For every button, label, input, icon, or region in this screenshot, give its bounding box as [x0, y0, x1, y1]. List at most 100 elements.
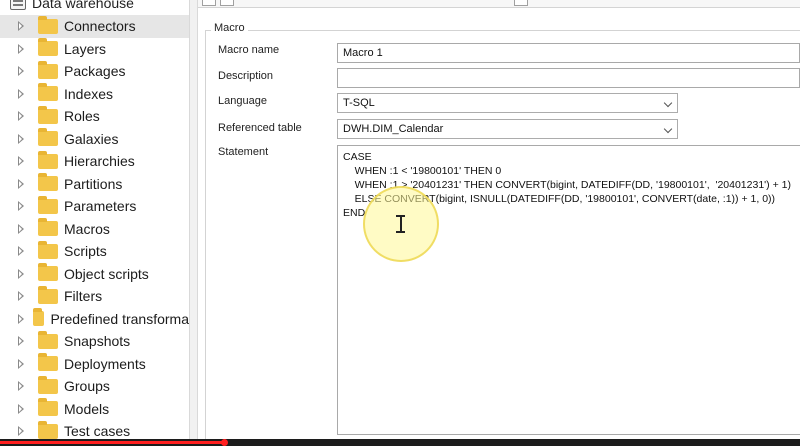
chevron-down-icon: [663, 98, 673, 108]
tree-item[interactable]: Layers: [0, 38, 189, 61]
tree-item-label: Object scripts: [64, 265, 149, 282]
language-value: T-SQL: [343, 97, 375, 109]
tree-item[interactable]: Scripts: [0, 240, 189, 263]
chevron-down-icon: [663, 124, 673, 134]
tree-root-data-warehouse[interactable]: Data warehouse: [10, 0, 134, 12]
tree-item-label: Deployments: [64, 355, 146, 372]
folder-icon: [38, 375, 58, 394]
tree-item[interactable]: Models: [0, 398, 189, 421]
expand-arrow-icon[interactable]: [17, 66, 27, 77]
expand-arrow-icon[interactable]: [17, 313, 25, 324]
folder-icon: [38, 285, 58, 304]
referenced-table-value: DWH.DIM_Calendar: [343, 123, 444, 135]
tree-item[interactable]: Object scripts: [0, 263, 189, 286]
tree-item-label: Galaxies: [64, 130, 119, 147]
tree-item-label: Filters: [64, 288, 103, 305]
toolbar-dropdown-button[interactable]: [514, 0, 528, 6]
tree-item[interactable]: Connectors: [0, 15, 189, 38]
tree-item-label: Parameters: [64, 198, 137, 215]
video-progress-knob[interactable]: [221, 439, 228, 446]
toolbar-button-forward[interactable]: [220, 0, 234, 6]
folder-icon: [38, 105, 58, 124]
expand-arrow-icon[interactable]: [17, 156, 27, 167]
tree-item-label: Roles: [64, 108, 100, 125]
folder-icon: [38, 398, 58, 417]
macro-name-label: Macro name: [218, 44, 280, 56]
tree-item-label: Snapshots: [64, 333, 131, 350]
expand-arrow-icon[interactable]: [17, 88, 27, 99]
tree-item[interactable]: Packages: [0, 60, 189, 83]
folder-icon: [38, 218, 58, 237]
expand-arrow-icon[interactable]: [17, 426, 27, 437]
folder-icon: [38, 263, 58, 282]
tree-item[interactable]: Parameters: [0, 195, 189, 218]
expand-arrow-icon[interactable]: [17, 291, 27, 302]
tree-item-label: Connectors: [64, 18, 136, 35]
referenced-table-label: Referenced table: [218, 122, 302, 134]
database-icon: [10, 0, 26, 10]
expand-arrow-icon[interactable]: [17, 111, 27, 122]
expand-arrow-icon[interactable]: [17, 403, 27, 414]
expand-arrow-icon[interactable]: [17, 268, 27, 279]
folder-icon: [38, 173, 58, 192]
expand-arrow-icon[interactable]: [17, 178, 27, 189]
folder-icon: [38, 240, 58, 259]
tree-item[interactable]: Snapshots: [0, 330, 189, 353]
folder-icon: [38, 15, 58, 34]
referenced-table-select[interactable]: DWH.DIM_Calendar: [337, 119, 678, 139]
macro-name-input[interactable]: Macro 1: [337, 43, 800, 63]
tree-item[interactable]: Predefined transforma: [0, 308, 189, 331]
folder-icon: [38, 83, 58, 102]
tree-item-label: Predefined transforma: [50, 310, 189, 327]
tree-item-label: Packages: [64, 63, 126, 80]
folder-icon: [38, 128, 58, 147]
tree-item-label: Hierarchies: [64, 153, 135, 170]
description-label: Description: [218, 70, 274, 82]
expand-arrow-icon[interactable]: [17, 201, 27, 212]
tree-item[interactable]: Galaxies: [0, 128, 189, 151]
folder-icon: [38, 330, 58, 349]
tree-item[interactable]: Roles: [0, 105, 189, 128]
tree-item[interactable]: Groups: [0, 375, 189, 398]
tree-item-label: Models: [64, 400, 110, 417]
tree-item[interactable]: Macros: [0, 218, 189, 241]
expand-arrow-icon[interactable]: [17, 43, 27, 54]
pane-splitter[interactable]: [189, 0, 198, 446]
folder-icon: [38, 60, 58, 79]
groupbox-title: Macro: [211, 22, 248, 34]
folder-icon: [38, 353, 58, 372]
expand-arrow-icon[interactable]: [17, 223, 27, 234]
tree-item-label: Indexes: [64, 85, 114, 102]
tree-item-label: Layers: [64, 40, 107, 57]
tree-item[interactable]: Deployments: [0, 353, 189, 376]
expand-arrow-icon[interactable]: [17, 358, 27, 369]
tree-item-label: Scripts: [64, 243, 107, 260]
statement-label: Statement: [218, 146, 269, 158]
expand-arrow-icon[interactable]: [17, 133, 27, 144]
ibeam-cursor-icon: [396, 215, 405, 233]
tree-list: Connectors Layers Packages Indexes Roles Gala…: [0, 15, 189, 443]
video-progress-bar[interactable]: [0, 439, 800, 446]
tree-item[interactable]: Filters: [0, 285, 189, 308]
toolbar-button-back[interactable]: [202, 0, 216, 6]
description-input[interactable]: [337, 68, 800, 88]
folder-icon: [33, 308, 45, 327]
video-progress-fill: [0, 441, 224, 444]
tree-item[interactable]: Hierarchies: [0, 150, 189, 173]
folder-icon: [38, 420, 58, 439]
language-label: Language: [218, 95, 267, 107]
expand-arrow-icon[interactable]: [17, 381, 27, 392]
tree-item[interactable]: Partitions: [0, 173, 189, 196]
object-tree: Data warehouse Connectors Layers Packages I…: [0, 0, 189, 446]
tree-item[interactable]: Indexes: [0, 83, 189, 106]
expand-arrow-icon[interactable]: [17, 246, 27, 257]
tree-item-label: Macros: [64, 220, 110, 237]
tree-item-label: Groups: [64, 378, 110, 395]
folder-icon: [38, 195, 58, 214]
language-select[interactable]: T-SQL: [337, 93, 678, 113]
tree-item-label: Partitions: [64, 175, 123, 192]
expand-arrow-icon[interactable]: [17, 336, 27, 347]
expand-arrow-icon[interactable]: [17, 21, 27, 32]
tree-item-label: Test cases: [64, 423, 131, 440]
folder-icon: [38, 38, 58, 57]
